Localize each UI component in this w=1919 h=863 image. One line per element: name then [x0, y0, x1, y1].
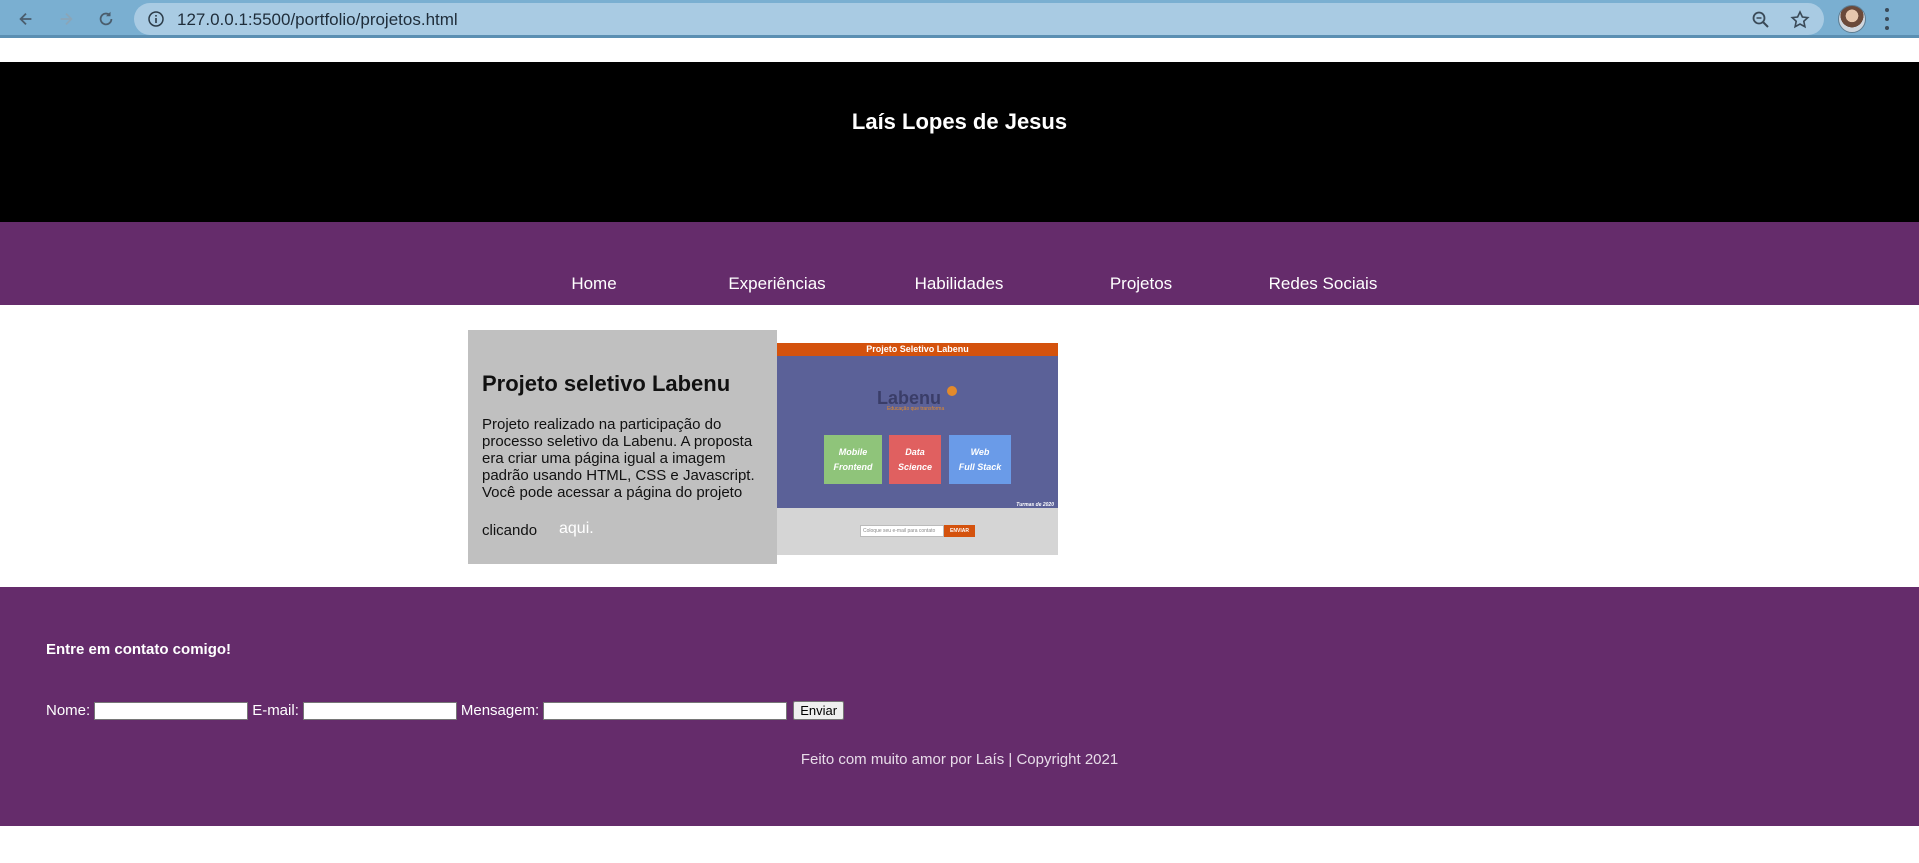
email-label: E-mail:: [252, 702, 299, 719]
thumbnail-form-area: Coloque seu e-mail para contato ENVIAR: [777, 508, 1058, 555]
name-input[interactable]: [94, 701, 249, 720]
nav-experiencias[interactable]: Experiências: [697, 274, 857, 294]
nav-projetos[interactable]: Projetos: [1061, 274, 1221, 294]
profile-avatar[interactable]: [1838, 5, 1866, 33]
thumbnail-banner: Projeto Seletivo Labenu: [777, 343, 1058, 356]
reload-icon: [99, 11, 113, 26]
main-nav: Home Experiências Habilidades Projetos R…: [0, 222, 1919, 305]
project-title: Projeto seletivo Labenu: [482, 371, 731, 396]
back-button[interactable]: [14, 7, 38, 31]
project-link[interactable]: aqui.: [559, 520, 594, 538]
site-header: Laís Lopes de Jesus: [0, 62, 1919, 222]
info-icon[interactable]: [148, 11, 164, 27]
thumbnail-box-mobile: Mobile Frontend: [824, 435, 882, 484]
browser-menu-button[interactable]: [1884, 8, 1890, 30]
click-text: clicando: [482, 522, 538, 539]
send-button[interactable]: Enviar: [793, 701, 845, 720]
email-input[interactable]: [302, 701, 457, 720]
forward-button[interactable]: [54, 7, 78, 31]
nav-habilidades[interactable]: Habilidades: [879, 274, 1039, 294]
logo-mark-icon: [947, 386, 957, 396]
back-arrow-icon: [19, 12, 32, 26]
site-title: Laís Lopes de Jesus: [851, 109, 1068, 134]
message-label: Mensagem:: [460, 702, 540, 719]
project-description: Projeto realizado na participação do pro…: [482, 416, 755, 501]
forward-arrow-icon: [60, 12, 73, 26]
project-thumbnail[interactable]: Projeto Seletivo Labenu Labenu Educação …: [777, 343, 1058, 555]
address-bar[interactable]: 127.0.0.1:5500/portfolio/projetos.html: [134, 3, 1824, 35]
name-label: Nome:: [46, 702, 91, 719]
thumbnail-box-web: Web Full Stack: [949, 435, 1011, 484]
url-text: 127.0.0.1:5500/portfolio/projetos.html: [177, 10, 458, 29]
bookmark-star-icon[interactable]: [1790, 10, 1810, 30]
thumbnail-send-button: ENVIAR: [944, 525, 975, 537]
nav-home[interactable]: Home: [514, 274, 674, 294]
project-card: Projeto seletivo Labenu Projeto realizad…: [468, 330, 777, 564]
nav-redes-sociais[interactable]: Redes Sociais: [1243, 274, 1403, 294]
reload-button[interactable]: [94, 7, 118, 31]
message-input[interactable]: [543, 701, 788, 720]
thumbnail-email-input: Coloque seu e-mail para contato: [860, 525, 944, 537]
thumbnail-box-data: Data Science: [889, 435, 941, 484]
browser-toolbar: 127.0.0.1:5500/portfolio/projetos.html: [0, 0, 1919, 38]
contact-title: Entre em contato comigo!: [46, 641, 232, 658]
site-footer: Entre em contato comigo! Nome: E-mail: M…: [0, 587, 1919, 826]
copyright-text: Feito com muito amor por Laís | Copyrigh…: [800, 751, 1119, 768]
zoom-icon[interactable]: [1751, 10, 1771, 30]
logo-tagline: Educação que transforma: [887, 406, 945, 412]
contact-form: Nome: E-mail: Mensagem: Enviar: [46, 701, 845, 720]
